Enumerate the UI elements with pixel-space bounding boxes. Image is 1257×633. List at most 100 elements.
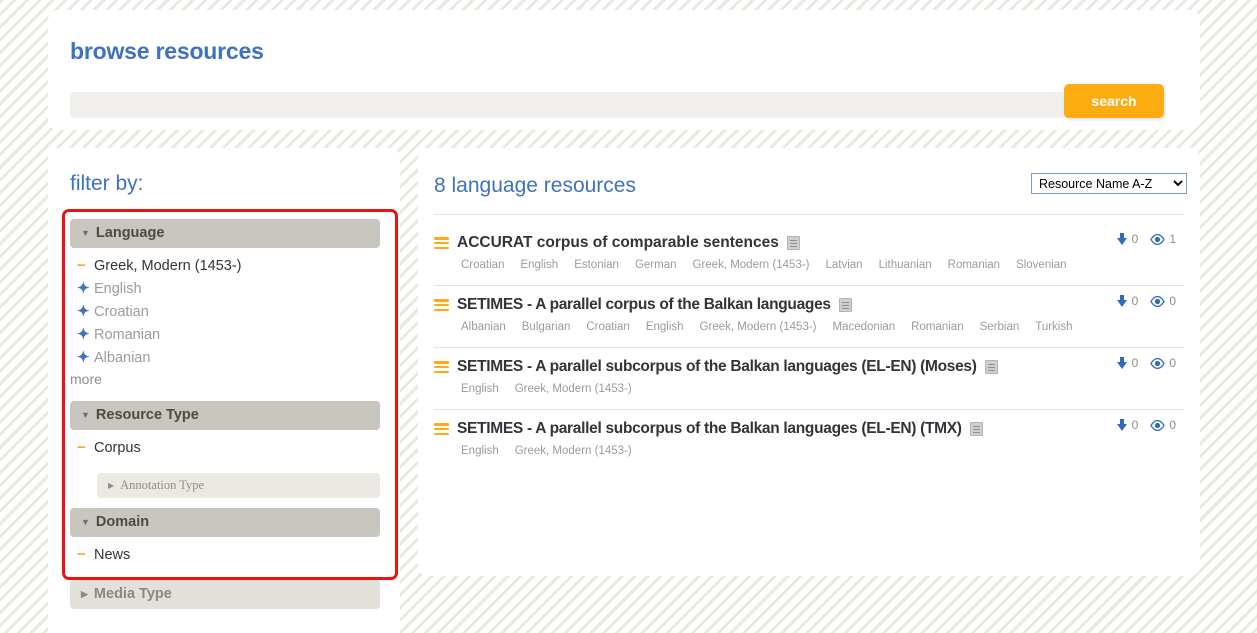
document-icon[interactable] [838, 298, 852, 312]
download-icon [1116, 418, 1128, 432]
view-count: 0 [1169, 356, 1176, 370]
download-icon [1116, 294, 1128, 308]
language-tag: Greek, Modern (1453-) [692, 259, 810, 271]
eye-icon [1150, 295, 1166, 307]
language-tag: Romanian [947, 259, 1001, 271]
subfacet-label: Annotation Type [120, 478, 205, 492]
view-count: 0 [1169, 418, 1176, 432]
language-tag: Greek, Modern (1453-) [514, 383, 632, 395]
eye-icon [1150, 233, 1166, 245]
add-filter-icon[interactable]: ✦ [77, 346, 90, 369]
result-language-tags: Croatian English Estonian German Greek, Mode… [434, 259, 1184, 271]
facet-item-label: Albanian [94, 350, 151, 366]
facet-item-label: Greek, Modern (1453-) [94, 258, 242, 274]
remove-filter-icon[interactable]: − [77, 543, 90, 566]
facet-item-corpus[interactable]: − Corpus [70, 436, 380, 459]
subfacet-annotation-type[interactable]: ▶ Annotation Type [97, 473, 380, 498]
result-row-head: ACCURAT corpus of comparable sentences [434, 234, 1184, 252]
chevron-down-icon: ▼ [81, 228, 90, 238]
download-count: 0 [1131, 232, 1139, 246]
result-row: SETIMES - A parallel subcorpus of the Ba… [434, 410, 1184, 471]
facet-item-label: Croatian [94, 304, 149, 320]
remove-filter-icon[interactable]: − [77, 436, 90, 459]
language-tag: German [634, 259, 677, 271]
language-tag: Slovenian [1016, 259, 1067, 271]
result-row: ACCURAT corpus of comparable sentences Cr… [434, 224, 1184, 286]
language-tag: Turkish [1035, 321, 1073, 333]
result-stats: 00 [1116, 294, 1184, 308]
filter-facet-list: ▼ Language − Greek, Modern (1453-) ✦ English ✦… [70, 219, 380, 615]
remove-filter-icon[interactable]: − [77, 254, 90, 277]
download-icon [1116, 232, 1128, 246]
language-tag: English [461, 445, 499, 457]
add-filter-icon[interactable]: ✦ [77, 300, 90, 323]
result-language-tags: English Greek, Modern (1453-) [434, 383, 1184, 395]
result-row: SETIMES - A parallel subcorpus of the Ba… [434, 348, 1184, 410]
language-tag: Croatian [586, 321, 630, 333]
result-stats: 01 [1116, 232, 1184, 246]
language-tag: Serbian [979, 321, 1020, 333]
language-tag: Greek, Modern (1453-) [699, 321, 817, 333]
facet-header-media-type[interactable]: ▶ Media Type [70, 580, 380, 609]
result-language-tags: English Greek, Modern (1453-) [434, 445, 1184, 457]
result-title-link[interactable]: SETIMES - A parallel subcorpus of the Ba… [457, 420, 962, 438]
document-icon[interactable] [786, 236, 800, 250]
facet-item-romanian[interactable]: ✦ Romanian [70, 323, 380, 346]
language-tag: English [520, 259, 559, 271]
menu-hamburger-icon[interactable] [434, 423, 449, 435]
search-button[interactable]: search [1064, 84, 1164, 118]
menu-hamburger-icon[interactable] [434, 299, 449, 311]
download-icon [1116, 356, 1128, 370]
chevron-right-icon: ▶ [108, 481, 115, 490]
result-language-tags: Albanian Bulgarian Croatian English Greek, M… [434, 321, 1184, 333]
eye-icon [1150, 357, 1166, 369]
download-count: 0 [1131, 294, 1139, 308]
facet-header-resource-type[interactable]: ▼ Resource Type [70, 401, 380, 430]
language-tag: English [461, 383, 499, 395]
facet-item-news[interactable]: − News [70, 543, 380, 566]
result-row-head: SETIMES - A parallel subcorpus of the Ba… [434, 420, 1184, 438]
add-filter-icon[interactable]: ✦ [77, 323, 90, 346]
chevron-down-icon: ▼ [81, 517, 90, 527]
menu-hamburger-icon[interactable] [434, 237, 449, 249]
result-row: SETIMES - A parallel corpus of the Balka… [434, 286, 1184, 348]
result-title-link[interactable]: SETIMES - A parallel corpus of the Balka… [457, 296, 831, 314]
facet-item-label: Romanian [94, 327, 161, 343]
facet-header-language[interactable]: ▼ Language [70, 219, 380, 248]
document-icon[interactable] [969, 422, 983, 436]
search-row: search [70, 82, 1178, 120]
facet-item-greek-modern-1453[interactable]: − Greek, Modern (1453-) [70, 254, 380, 277]
result-stats: 00 [1116, 418, 1184, 432]
language-tag: English [645, 321, 684, 333]
filter-sidebar: filter by: ▼ Language − Greek, Modern (1453… [48, 148, 400, 633]
sort-order-select[interactable]: Resource Name A-ZResource Name Z-AResour… [1031, 173, 1187, 194]
browse-header-card: browse resources search [48, 10, 1200, 130]
facet-items: − Greek, Modern (1453-) ✦ English ✦ Croatian ✦… [70, 254, 380, 387]
result-title-link[interactable]: SETIMES - A parallel subcorpus of the Ba… [457, 358, 977, 376]
results-panel: 8 language resources Resource Name A-ZRe… [418, 148, 1200, 576]
view-count: 0 [1169, 294, 1176, 308]
facet-item-croatian[interactable]: ✦ Croatian [70, 300, 380, 323]
language-tag: Bulgarian [521, 321, 571, 333]
facet-item-english[interactable]: ✦ English [70, 277, 380, 300]
search-input[interactable] [70, 92, 1067, 118]
facet-item-label: News [94, 547, 131, 563]
facet-item-albanian[interactable]: ✦ Albanian [70, 346, 380, 369]
language-tag: Latvian [825, 259, 863, 271]
language-tag: Greek, Modern (1453-) [514, 445, 632, 457]
language-tag: Estonian [574, 259, 619, 271]
download-count: 0 [1131, 418, 1139, 432]
result-title-link[interactable]: ACCURAT corpus of comparable sentences [457, 234, 779, 252]
language-tag: Macedonian [832, 321, 896, 333]
menu-hamburger-icon[interactable] [434, 361, 449, 373]
results-divider [434, 214, 1184, 215]
facet-more-link[interactable]: more [70, 371, 380, 387]
language-tag: Albanian [461, 321, 506, 333]
view-count: 1 [1169, 232, 1176, 246]
add-filter-icon[interactable]: ✦ [77, 277, 90, 300]
document-icon[interactable] [984, 360, 998, 374]
facet-header-domain[interactable]: ▼ Domain [70, 508, 380, 537]
result-stats: 00 [1116, 356, 1184, 370]
result-row-head: SETIMES - A parallel corpus of the Balka… [434, 296, 1184, 314]
language-tag: Romanian [911, 321, 964, 333]
